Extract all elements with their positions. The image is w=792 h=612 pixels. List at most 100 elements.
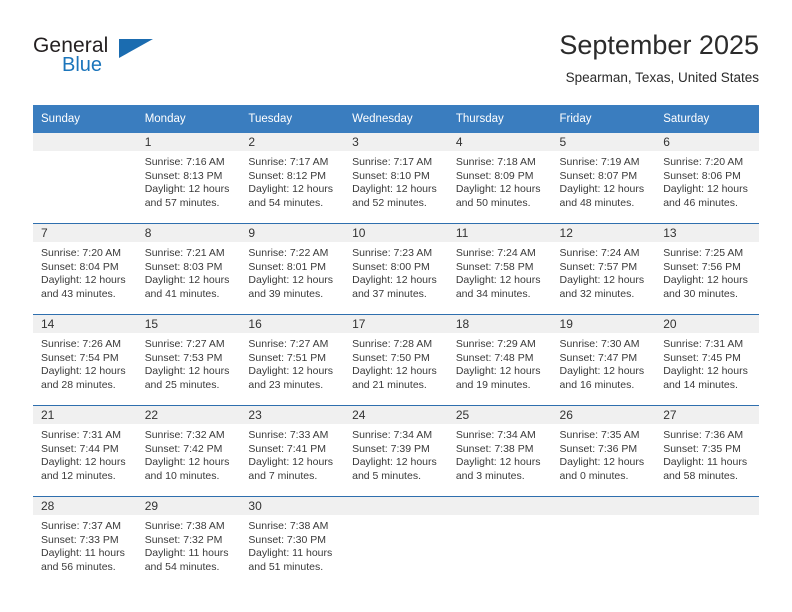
page-header: General Blue September 2025 Spearman, Te…: [33, 28, 759, 98]
sunset-text: Sunset: 8:03 PM: [144, 260, 223, 273]
sunrise-text: Sunrise: 7:38 AM: [248, 520, 329, 532]
calendar-day-cell[interactable]: 28 Sunrise: 7:37 AM Sunset: 7:33 PM Dayligh…: [33, 496, 137, 587]
day-cell-details: Sunrise: 7:27 AM Sunset: 7:51 PM Daylight:…: [240, 333, 344, 392]
day-cell-inner: 23 Sunrise: 7:33 AM Sunset: 7:41 PM Dayligh…: [240, 406, 345, 496]
day-number: 4: [447, 133, 552, 151]
daylight-text-line1: Daylight: 12 hours: [144, 274, 230, 287]
day-number: 21: [33, 406, 137, 424]
sunrise-text: Sunrise: 7:34 AM: [352, 429, 433, 441]
calendar-day-cell[interactable]: 24 Sunrise: 7:34 AM Sunset: 7:39 PM Dayligh…: [344, 405, 448, 497]
daylight-text-line2: and 48 minutes.: [559, 196, 635, 209]
sunrise-text: Sunrise: 7:32 AM: [144, 429, 225, 441]
calendar-day-cell[interactable]: 6 Sunrise: 7:20 AM Sunset: 8:06 PM Daylight…: [655, 133, 759, 224]
daylight-text-line1: Daylight: 12 hours: [455, 365, 541, 378]
sunrise-text: Sunrise: 7:30 AM: [559, 338, 640, 350]
calendar-day-cell[interactable]: [655, 496, 759, 587]
calendar-day-cell[interactable]: 27 Sunrise: 7:36 AM Sunset: 7:35 PM Dayligh…: [655, 405, 759, 497]
calendar-day-cell[interactable]: 19 Sunrise: 7:30 AM Sunset: 7:47 PM Dayligh…: [551, 314, 656, 406]
day-number: 3: [344, 133, 448, 151]
day-cell-details: Sunrise: 7:17 AM Sunset: 8:10 PM Daylight:…: [344, 151, 448, 210]
calendar-body: 1 Sunrise: 7:16 AM Sunset: 8:13 PM Daylight…: [33, 133, 759, 587]
daylight-text-line2: and 58 minutes.: [663, 469, 738, 482]
weekday-header-row: Sunday Monday Tuesday Wednesday Thursday…: [33, 105, 759, 133]
calendar-day-cell[interactable]: 5 Sunrise: 7:19 AM Sunset: 8:07 PM Daylight…: [551, 133, 656, 224]
calendar-day-cell[interactable]: 20 Sunrise: 7:31 AM Sunset: 7:45 PM Dayligh…: [655, 314, 759, 406]
day-cell-inner: 22 Sunrise: 7:32 AM Sunset: 7:42 PM Dayligh…: [136, 406, 241, 496]
day-number: 10: [344, 224, 448, 242]
day-number: 15: [136, 315, 241, 333]
day-cell-inner: 16 Sunrise: 7:27 AM Sunset: 7:51 PM Dayligh…: [240, 315, 345, 405]
daylight-text-line1: Daylight: 12 hours: [663, 365, 748, 378]
calendar-day-cell[interactable]: 16 Sunrise: 7:27 AM Sunset: 7:51 PM Dayligh…: [240, 314, 345, 406]
day-number: 9: [240, 224, 345, 242]
day-cell-details: Sunrise: 7:32 AM Sunset: 7:42 PM Daylight:…: [137, 424, 241, 483]
sunset-text: Sunset: 8:00 PM: [352, 260, 430, 273]
sunset-text: Sunset: 8:04 PM: [41, 260, 119, 273]
weekday-header-sunday: Sunday: [33, 105, 137, 133]
day-cell-details: Sunrise: 7:22 AM Sunset: 8:01 PM Daylight:…: [240, 242, 344, 301]
day-number: 16: [240, 315, 345, 333]
generalblue-logo[interactable]: General Blue: [33, 34, 233, 84]
day-cell-details: Sunrise: 7:38 AM Sunset: 7:30 PM Daylight:…: [240, 515, 344, 574]
sunrise-text: Sunrise: 7:17 AM: [352, 156, 433, 168]
sunrise-text: Sunrise: 7:37 AM: [41, 520, 121, 532]
calendar-day-cell[interactable]: 17 Sunrise: 7:28 AM Sunset: 7:50 PM Dayligh…: [344, 314, 448, 406]
calendar-day-cell[interactable]: 21 Sunrise: 7:31 AM Sunset: 7:44 PM Dayligh…: [33, 405, 137, 497]
daylight-text-line1: Daylight: 12 hours: [248, 274, 334, 287]
sunrise-text: Sunrise: 7:23 AM: [352, 247, 433, 259]
sunrise-text: Sunrise: 7:22 AM: [248, 247, 329, 259]
calendar-day-cell[interactable]: [551, 496, 656, 587]
calendar-day-cell[interactable]: 30 Sunrise: 7:38 AM Sunset: 7:30 PM Dayligh…: [240, 496, 345, 587]
calendar-day-cell[interactable]: 12 Sunrise: 7:24 AM Sunset: 7:57 PM Dayligh…: [551, 223, 656, 315]
day-number: [33, 133, 137, 151]
day-cell-details: Sunrise: 7:35 AM Sunset: 7:36 PM Daylight:…: [552, 424, 656, 483]
calendar-day-cell[interactable]: 15 Sunrise: 7:27 AM Sunset: 7:53 PM Dayligh…: [136, 314, 241, 406]
day-cell-details: Sunrise: 7:21 AM Sunset: 8:03 PM Daylight:…: [137, 242, 241, 301]
calendar-day-cell[interactable]: 14 Sunrise: 7:26 AM Sunset: 7:54 PM Dayligh…: [33, 314, 137, 406]
day-number: 23: [240, 406, 345, 424]
calendar-day-cell[interactable]: 22 Sunrise: 7:32 AM Sunset: 7:42 PM Dayligh…: [136, 405, 241, 497]
day-cell-inner: 19 Sunrise: 7:30 AM Sunset: 7:47 PM Dayligh…: [551, 315, 656, 405]
calendar-day-cell[interactable]: 11 Sunrise: 7:24 AM Sunset: 7:58 PM Dayligh…: [447, 223, 552, 315]
sunrise-text: Sunrise: 7:27 AM: [248, 338, 329, 350]
daylight-text-line2: and 19 minutes.: [455, 378, 531, 391]
calendar-day-cell[interactable]: 3 Sunrise: 7:17 AM Sunset: 8:10 PM Daylight…: [344, 133, 448, 224]
calendar-day-cell[interactable]: 9 Sunrise: 7:22 AM Sunset: 8:01 PM Daylight…: [240, 223, 345, 315]
calendar-day-cell[interactable]: 25 Sunrise: 7:34 AM Sunset: 7:38 PM Dayligh…: [447, 405, 552, 497]
day-number: 24: [344, 406, 448, 424]
calendar-day-cell[interactable]: 23 Sunrise: 7:33 AM Sunset: 7:41 PM Dayligh…: [240, 405, 345, 497]
calendar-day-cell[interactable]: [344, 496, 448, 587]
calendar-day-cell[interactable]: 7 Sunrise: 7:20 AM Sunset: 8:04 PM Daylight…: [33, 223, 137, 315]
calendar-day-cell[interactable]: 2 Sunrise: 7:17 AM Sunset: 8:12 PM Daylight…: [240, 133, 345, 224]
calendar-day-cell[interactable]: 4 Sunrise: 7:18 AM Sunset: 8:09 PM Daylight…: [447, 133, 552, 224]
calendar-day-cell[interactable]: 1 Sunrise: 7:16 AM Sunset: 8:13 PM Daylight…: [136, 133, 241, 224]
triangle-icon: [119, 39, 153, 58]
day-cell-details: [448, 515, 552, 520]
sunset-text: Sunset: 7:32 PM: [144, 533, 223, 546]
sunset-text: Sunset: 7:30 PM: [248, 533, 327, 546]
calendar-day-cell[interactable]: 8 Sunrise: 7:21 AM Sunset: 8:03 PM Daylight…: [136, 223, 241, 315]
calendar-day-cell[interactable]: 10 Sunrise: 7:23 AM Sunset: 8:00 PM Dayligh…: [344, 223, 448, 315]
daylight-text-line1: Daylight: 12 hours: [144, 365, 230, 378]
sunrise-text: Sunrise: 7:36 AM: [663, 429, 744, 441]
daylight-text-line1: Daylight: 12 hours: [144, 456, 230, 469]
calendar-day-cell[interactable]: 13 Sunrise: 7:25 AM Sunset: 7:56 PM Dayligh…: [655, 223, 759, 315]
calendar-day-cell[interactable]: [447, 496, 552, 587]
daylight-text-line2: and 50 minutes.: [455, 196, 531, 209]
calendar-day-cell[interactable]: 18 Sunrise: 7:29 AM Sunset: 7:48 PM Dayligh…: [447, 314, 552, 406]
day-cell-details: Sunrise: 7:26 AM Sunset: 7:54 PM Daylight:…: [33, 333, 137, 392]
daylight-text-line1: Daylight: 12 hours: [248, 456, 334, 469]
day-cell-inner: 25 Sunrise: 7:34 AM Sunset: 7:38 PM Dayligh…: [447, 406, 552, 496]
day-cell-inner: 29 Sunrise: 7:38 AM Sunset: 7:32 PM Dayligh…: [136, 497, 241, 587]
sunset-text: Sunset: 7:41 PM: [248, 442, 327, 455]
calendar-week-row: 1 Sunrise: 7:16 AM Sunset: 8:13 PM Daylight…: [33, 133, 759, 224]
daylight-text-line2: and 16 minutes.: [559, 378, 635, 391]
day-cell-inner: [33, 133, 137, 223]
sunrise-text: Sunrise: 7:24 AM: [455, 247, 536, 259]
sunrise-text: Sunrise: 7:16 AM: [144, 156, 225, 168]
day-number: 22: [136, 406, 241, 424]
day-cell-inner: 4 Sunrise: 7:18 AM Sunset: 8:09 PM Daylight…: [447, 133, 552, 223]
calendar-day-cell[interactable]: 26 Sunrise: 7:35 AM Sunset: 7:36 PM Dayligh…: [551, 405, 656, 497]
calendar-day-cell[interactable]: [33, 133, 137, 224]
calendar-day-cell[interactable]: 29 Sunrise: 7:38 AM Sunset: 7:32 PM Dayligh…: [136, 496, 241, 587]
